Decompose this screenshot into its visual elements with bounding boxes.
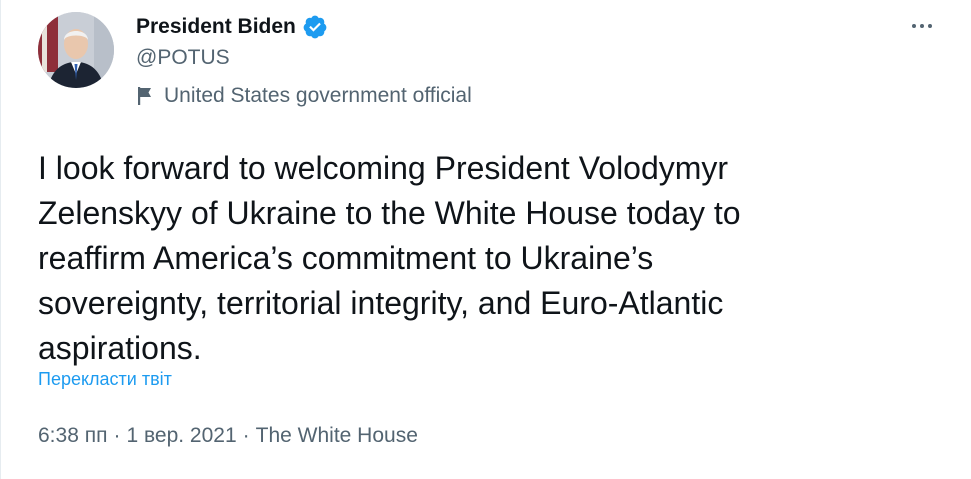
account-label-text: United States government official bbox=[164, 84, 472, 107]
tweet-source[interactable]: The White House bbox=[256, 424, 418, 448]
author-handle[interactable]: @POTUS bbox=[136, 46, 230, 70]
avatar-photo-icon bbox=[38, 12, 114, 88]
translate-tweet-link[interactable]: Перекласти твіт bbox=[38, 369, 172, 390]
tweet-metadata: 6:38 пп · 1 вер. 2021 · The White House bbox=[38, 424, 418, 448]
meta-separator: · bbox=[242, 424, 250, 447]
tweet-text: I look forward to welcoming President Vo… bbox=[38, 150, 741, 366]
more-options-icon[interactable] bbox=[905, 14, 939, 38]
verified-badge-icon bbox=[303, 15, 327, 39]
flag-icon bbox=[138, 87, 151, 105]
tweet-card: President Biden @POTUS United States gov… bbox=[0, 0, 971, 479]
author-name[interactable]: President Biden bbox=[136, 15, 296, 39]
author-name-row: President Biden bbox=[136, 12, 328, 42]
account-label[interactable]: United States government official bbox=[136, 84, 472, 108]
tweet-date[interactable]: 1 вер. 2021 bbox=[126, 424, 236, 448]
avatar[interactable] bbox=[38, 12, 114, 88]
tweet-time[interactable]: 6:38 пп bbox=[38, 424, 107, 448]
meta-separator: · bbox=[113, 424, 121, 447]
